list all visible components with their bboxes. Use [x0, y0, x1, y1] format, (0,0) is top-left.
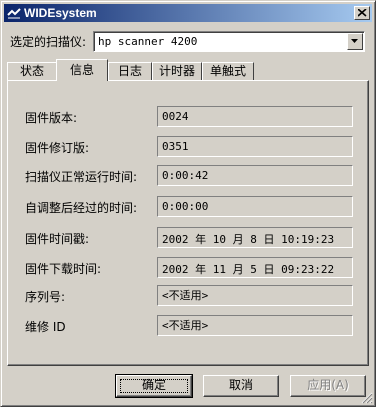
uptime-label: 扫描仪正常运行时间:: [25, 170, 138, 184]
chevron-down-icon: [351, 39, 358, 43]
service-id-label: 维修 ID: [25, 320, 66, 334]
field-value: <不适用>: [162, 319, 209, 332]
serial-number-field: <不适用>: [157, 285, 353, 306]
firmware-download-field: 2002 年 11 月 5 日 09:23:22: [157, 257, 353, 278]
tab-label: 日志: [117, 64, 142, 78]
tab-status[interactable]: 状态: [7, 62, 57, 80]
uptime-field: 0:00:42: [157, 165, 353, 186]
dropdown-button[interactable]: [347, 33, 363, 50]
field-value: <不适用>: [162, 289, 209, 302]
firmware-revision-field: 0351: [157, 136, 353, 157]
apply-label: 应用(A): [307, 378, 349, 392]
tab-log[interactable]: 日志: [108, 62, 152, 80]
scanner-select[interactable]: hp scanner 4200: [93, 31, 365, 52]
scanner-label: 选定的扫描仪:: [10, 35, 87, 49]
focus-ring: [120, 379, 188, 393]
field-value: 2002 年 10 月 8 日 10:19:23: [162, 233, 335, 246]
title-bar[interactable]: WIDEsystem: [4, 4, 372, 22]
close-icon: [358, 9, 367, 17]
since-calibration-label: 自调整后经过的时间:: [25, 201, 138, 215]
tab-timer[interactable]: 计时器: [152, 62, 202, 80]
firmware-timestamp-label: 固件时间戳:: [25, 232, 90, 246]
app-icon: [7, 8, 21, 19]
ok-button[interactable]: 确定: [115, 374, 193, 398]
scanner-select-value: hp scanner 4200: [98, 35, 198, 48]
window-title: WIDEsystem: [24, 6, 97, 20]
tab-label: 状态: [19, 64, 44, 78]
cancel-label: 取消: [228, 378, 253, 392]
tab-label: 信息: [69, 63, 94, 77]
apply-button[interactable]: 应用(A): [290, 375, 366, 397]
service-id-field: <不适用>: [157, 315, 353, 336]
firmware-revision-label: 固件修订版:: [25, 141, 90, 155]
field-value: 2002 年 11 月 5 日 09:23:22: [162, 263, 335, 276]
tab-label: 计时器: [158, 64, 195, 78]
serial-number-label: 序列号:: [25, 290, 66, 304]
field-value: 0024: [162, 110, 189, 123]
field-value: 0:00:00: [162, 200, 209, 213]
resize-grip-icon[interactable]: [361, 392, 373, 404]
tab-label: 单触式: [209, 64, 246, 78]
tab-one-touch[interactable]: 单触式: [202, 62, 254, 80]
dialog-window: WIDEsystem 选定的扫描仪: hp scanner 4200 状态 信息…: [0, 0, 376, 407]
field-value: 0351: [162, 140, 189, 153]
tab-info[interactable]: 信息: [56, 59, 108, 81]
firmware-timestamp-field: 2002 年 10 月 8 日 10:19:23: [157, 227, 353, 248]
since-calibration-field: 0:00:00: [157, 196, 353, 217]
field-value: 0:00:42: [162, 169, 209, 182]
firmware-version-label: 固件版本:: [25, 111, 78, 125]
firmware-download-label: 固件下载时间:: [25, 262, 102, 276]
cancel-button[interactable]: 取消: [203, 375, 279, 397]
close-button[interactable]: [354, 6, 370, 20]
tab-strip: 状态 信息 日志 计时器 单触式: [7, 59, 367, 81]
firmware-version-field: 0024: [157, 106, 353, 127]
